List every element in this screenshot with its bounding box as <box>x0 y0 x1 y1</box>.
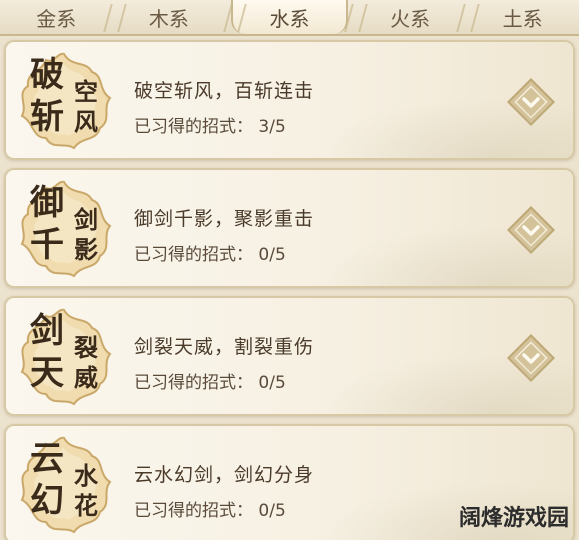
skill-title: 破空斩风，百斩连击 <box>134 80 315 102</box>
expand-chevron-icon[interactable] <box>506 77 556 127</box>
skill-title: 御剑千影，聚影重击 <box>134 208 315 230</box>
emblem-char: 花 <box>74 491 98 520</box>
expand-chevron-icon[interactable] <box>506 205 556 255</box>
expand-chevron-icon[interactable] <box>506 333 556 383</box>
emblem-char: 御 <box>30 183 64 223</box>
emblem-char: 剑 <box>30 311 64 351</box>
skill-card[interactable]: 破 斩 空 风 破空斩风，百斩连击 已习得的招式： 3/5 <box>4 40 575 160</box>
skill-title: 剑裂天威，割裂重伤 <box>134 336 315 358</box>
skill-emblem: 云 幻 水 花 <box>12 434 116 538</box>
emblem-char: 裂 <box>74 333 98 362</box>
skill-progress: 已习得的招式： 0/5 <box>134 368 286 393</box>
progress-value: 0/5 <box>258 373 286 393</box>
emblem-badge-icon <box>20 436 112 534</box>
emblem-char: 水 <box>74 461 98 490</box>
progress-label: 已习得的招式： <box>134 373 253 393</box>
progress-label: 已习得的招式： <box>134 245 253 265</box>
skill-card[interactable]: 御 千 剑 影 御剑千影，聚影重击 已习得的招式： 0/5 <box>4 168 575 288</box>
progress-label: 已习得的招式： <box>134 117 253 137</box>
emblem-char: 剑 <box>74 205 98 234</box>
emblem-char: 斩 <box>30 97 64 137</box>
emblem-char: 破 <box>30 55 64 95</box>
progress-label: 已习得的招式： <box>134 501 253 521</box>
tab-water[interactable]: 水系 <box>231 0 348 34</box>
emblem-char: 云 <box>30 439 64 479</box>
skill-progress: 已习得的招式： 0/5 <box>134 496 286 521</box>
emblem-char: 幻 <box>30 481 64 521</box>
watermark-logo: 阔烽游戏园 <box>458 506 569 531</box>
emblem-char: 空 <box>74 77 98 106</box>
skill-emblem: 破 斩 空 风 <box>12 50 116 154</box>
emblem-char: 影 <box>74 235 98 264</box>
element-tabs: 金系 木系 水系 火系 土系 <box>0 0 579 36</box>
progress-value: 3/5 <box>258 117 286 137</box>
tab-earth[interactable]: 土系 <box>466 0 579 34</box>
skill-card[interactable]: 剑 天 裂 威 剑裂天威，割裂重伤 已习得的招式： 0/5 <box>4 296 575 416</box>
skill-emblem: 剑 天 裂 威 <box>12 306 116 410</box>
skill-emblem: 御 千 剑 影 <box>12 178 116 282</box>
emblem-char: 风 <box>74 107 98 136</box>
emblem-badge-icon <box>20 52 112 150</box>
skill-title: 云水幻剑，剑幻分身 <box>134 464 315 486</box>
emblem-char: 天 <box>30 353 64 393</box>
tab-metal[interactable]: 金系 <box>0 0 113 34</box>
emblem-badge-icon <box>20 180 112 278</box>
emblem-badge-icon <box>20 308 112 406</box>
emblem-char: 千 <box>30 225 64 265</box>
tab-wood[interactable]: 木系 <box>113 0 226 34</box>
skill-progress: 已习得的招式： 3/5 <box>134 112 286 137</box>
tab-fire[interactable]: 火系 <box>354 0 467 34</box>
progress-value: 0/5 <box>258 245 286 265</box>
emblem-char: 威 <box>74 363 98 392</box>
progress-value: 0/5 <box>258 501 286 521</box>
skill-progress: 已习得的招式： 0/5 <box>134 240 286 265</box>
